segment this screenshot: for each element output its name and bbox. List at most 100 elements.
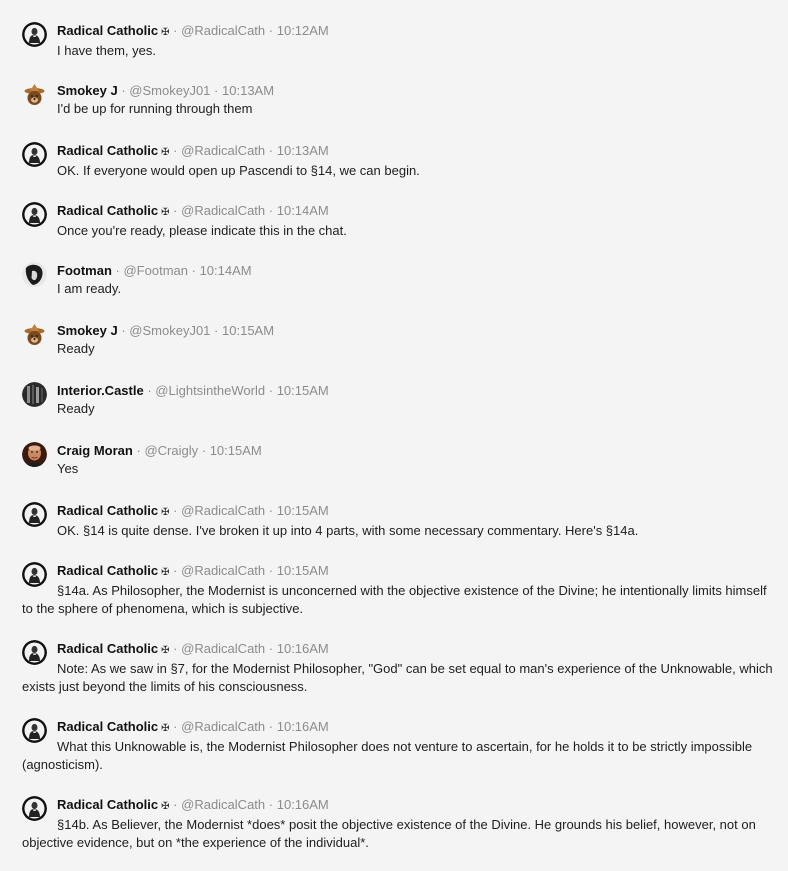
message-header: Radical Catholic ✠ · @RadicalCath · 10:14… <box>57 202 774 221</box>
chat-message: Radical Catholic ✠ · @RadicalCath · 10:16… <box>22 796 774 852</box>
avatar-radical-catholic[interactable] <box>22 22 47 47</box>
user-handle[interactable]: @Footman <box>123 263 188 278</box>
separator: · <box>121 323 126 338</box>
separator: · <box>173 143 178 158</box>
separator: · <box>268 719 274 734</box>
chat-message: Smokey J · @SmokeyJ01 · 10:13AM I'd be u… <box>22 82 774 118</box>
chat-message: Radical Catholic ✠ · @RadicalCath · 10:15… <box>22 502 774 540</box>
user-handle[interactable]: @RadicalCath <box>181 719 265 734</box>
timestamp: 10:16AM <box>276 719 329 734</box>
user-name[interactable]: Radical Catholic <box>57 503 158 518</box>
chat-message: Radical Catholic ✠ · @RadicalCath · 10:14… <box>22 202 774 240</box>
separator: · <box>191 263 196 278</box>
avatar-radical-catholic[interactable] <box>22 502 47 527</box>
user-handle[interactable]: @RadicalCath <box>181 503 265 518</box>
user-handle[interactable]: @RadicalCath <box>181 203 265 218</box>
message-text: Yes <box>57 461 79 476</box>
separator: · <box>214 323 219 338</box>
user-name[interactable]: Footman <box>57 263 112 278</box>
separator: · <box>115 263 120 278</box>
timestamp: 10:15AM <box>276 383 329 398</box>
message-text: Once you're ready, please indicate this … <box>57 223 347 238</box>
separator: · <box>147 383 152 398</box>
message-text: I have them, yes. <box>57 43 156 58</box>
cross-badge-icon: ✠ <box>161 507 170 518</box>
separator: · <box>173 563 178 578</box>
chat-message: Smokey J · @SmokeyJ01 · 10:15AM Ready <box>22 322 774 358</box>
message-text: Note: As we saw in §7, for the Modernist… <box>22 661 773 694</box>
message-header: Radical Catholic ✠ · @RadicalCath · 10:16… <box>57 796 774 815</box>
user-name[interactable]: Radical Catholic <box>57 563 158 578</box>
user-handle[interactable]: @RadicalCath <box>181 641 265 656</box>
chat-message: Interior.Castle · @LightsintheWorld · 10… <box>22 382 774 418</box>
separator: · <box>173 797 178 812</box>
user-name[interactable]: Radical Catholic <box>57 23 158 38</box>
message-header: Radical Catholic ✠ · @RadicalCath · 10:15… <box>57 502 774 521</box>
message-text: I am ready. <box>57 281 122 296</box>
separator: · <box>121 83 126 98</box>
user-handle[interactable]: @RadicalCath <box>181 797 265 812</box>
user-handle[interactable]: @LightsintheWorld <box>155 383 265 398</box>
timestamp: 10:15AM <box>276 503 329 518</box>
timestamp: 10:16AM <box>276 797 329 812</box>
separator: · <box>173 203 178 218</box>
separator: · <box>201 443 207 458</box>
separator: · <box>268 503 274 518</box>
message-text: §14b. As Believer, the Modernist *does* … <box>22 817 756 850</box>
avatar-interior-castle[interactable] <box>22 382 47 407</box>
avatar-radical-catholic[interactable] <box>22 796 47 821</box>
message-header: Radical Catholic ✠ · @RadicalCath · 10:13… <box>57 142 774 161</box>
separator: · <box>268 641 274 656</box>
user-handle[interactable]: @SmokeyJ01 <box>129 323 210 338</box>
user-handle[interactable]: @RadicalCath <box>181 563 265 578</box>
separator: · <box>268 563 274 578</box>
user-name[interactable]: Radical Catholic <box>57 797 158 812</box>
timestamp: 10:15AM <box>276 563 329 578</box>
message-header: Radical Catholic ✠ · @RadicalCath · 10:16… <box>57 718 774 737</box>
separator: · <box>268 797 274 812</box>
message-header: Smokey J · @SmokeyJ01 · 10:15AM <box>57 322 774 339</box>
cross-badge-icon: ✠ <box>161 645 170 656</box>
separator: · <box>136 443 141 458</box>
timestamp: 10:15AM <box>209 443 262 458</box>
user-name[interactable]: Interior.Castle <box>57 383 144 398</box>
message-header: Interior.Castle · @LightsintheWorld · 10… <box>57 382 774 399</box>
message-header: Radical Catholic ✠ · @RadicalCath · 10:12… <box>57 22 774 41</box>
user-handle[interactable]: @Craigly <box>144 443 198 458</box>
avatar-radical-catholic[interactable] <box>22 562 47 587</box>
avatar-craig-moran[interactable] <box>22 442 47 467</box>
user-name[interactable]: Craig Moran <box>57 443 133 458</box>
avatar-smokey-j[interactable] <box>22 82 47 107</box>
message-text: §14a. As Philosopher, the Modernist is u… <box>22 583 767 616</box>
timestamp: 10:14AM <box>276 203 329 218</box>
chat-message: Radical Catholic ✠ · @RadicalCath · 10:12… <box>22 22 774 60</box>
timestamp: 10:13AM <box>276 143 329 158</box>
user-name[interactable]: Smokey J <box>57 83 118 98</box>
message-text: What this Unknowable is, the Modernist P… <box>22 739 753 772</box>
message-header: Smokey J · @SmokeyJ01 · 10:13AM <box>57 82 774 99</box>
message-text: Ready <box>57 341 95 356</box>
timestamp: 10:16AM <box>276 641 329 656</box>
user-name[interactable]: Radical Catholic <box>57 719 158 734</box>
timestamp: 10:13AM <box>222 83 275 98</box>
cross-badge-icon: ✠ <box>161 567 170 578</box>
user-handle[interactable]: @RadicalCath <box>181 143 265 158</box>
avatar-radical-catholic[interactable] <box>22 142 47 167</box>
user-handle[interactable]: @SmokeyJ01 <box>129 83 210 98</box>
avatar-radical-catholic[interactable] <box>22 202 47 227</box>
separator: · <box>268 23 274 38</box>
avatar-smokey-j[interactable] <box>22 322 47 347</box>
user-name[interactable]: Smokey J <box>57 323 118 338</box>
avatar-radical-catholic[interactable] <box>22 640 47 665</box>
user-name[interactable]: Radical Catholic <box>57 203 158 218</box>
user-name[interactable]: Radical Catholic <box>57 641 158 656</box>
message-header: Footman · @Footman · 10:14AM <box>57 262 774 279</box>
message-header: Craig Moran · @Craigly · 10:15AM <box>57 442 774 459</box>
user-handle[interactable]: @RadicalCath <box>181 23 265 38</box>
chat-log: Radical Catholic ✠ · @RadicalCath · 10:12… <box>0 0 788 871</box>
avatar-radical-catholic[interactable] <box>22 718 47 743</box>
avatar-footman[interactable] <box>22 262 47 287</box>
chat-message: Radical Catholic ✠ · @RadicalCath · 10:16… <box>22 640 774 696</box>
chat-message: Craig Moran · @Craigly · 10:15AM Yes <box>22 442 774 478</box>
user-name[interactable]: Radical Catholic <box>57 143 158 158</box>
